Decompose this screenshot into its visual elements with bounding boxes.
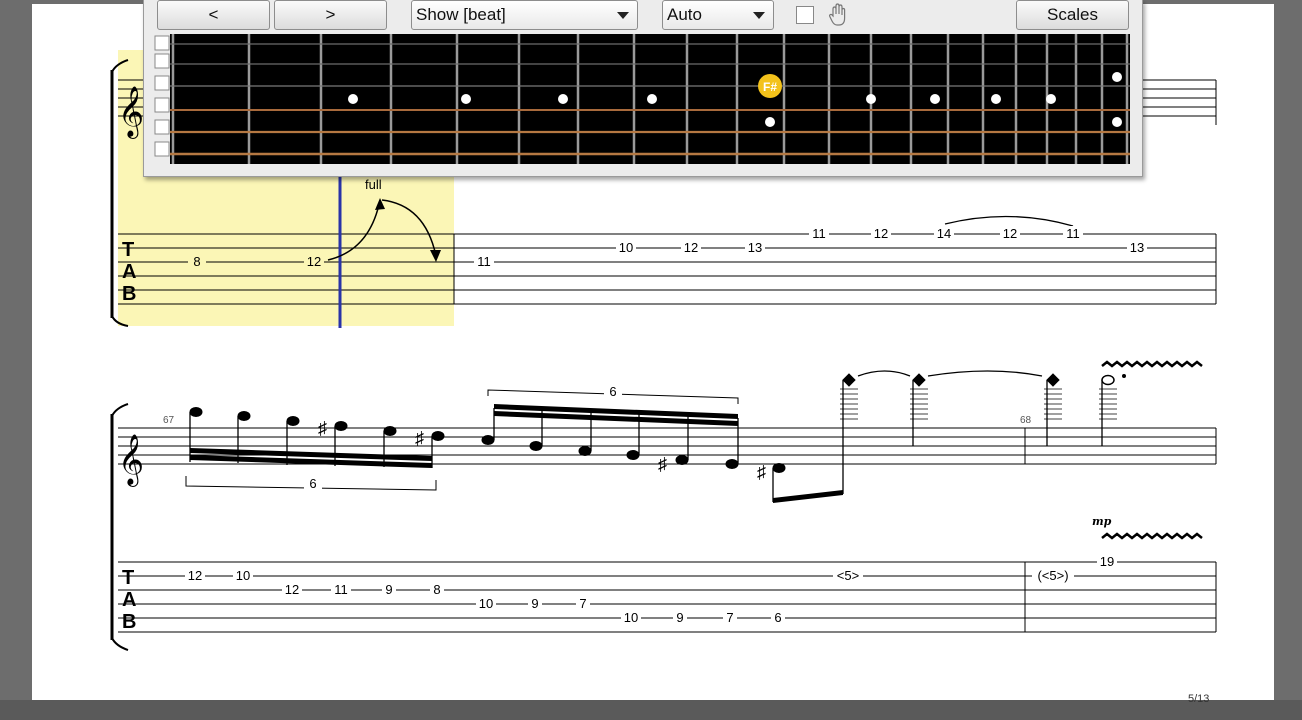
tab-letter-a: A: [122, 589, 136, 611]
bend-label: full: [365, 177, 382, 192]
tab-number: 9: [676, 610, 683, 625]
hand-icon[interactable]: [828, 3, 848, 27]
tab-number: 6: [774, 610, 781, 625]
tab-number: 7: [726, 610, 733, 625]
sharp-sign: ♯: [658, 454, 667, 474]
slur: [944, 215, 1074, 227]
show-select-value: Show [beat]: [416, 5, 506, 24]
tab-letter-b: B: [122, 283, 136, 305]
show-select[interactable]: Show [beat]: [411, 0, 638, 30]
auto-select-value: Auto: [667, 5, 702, 24]
string-toggle[interactable]: [154, 75, 170, 91]
tab-number: 14: [937, 226, 951, 241]
note-group-3: [772, 373, 1126, 503]
treble-clef-icon: 𝄞: [118, 434, 144, 487]
highlighted-note-label: F#: [763, 80, 777, 94]
tab-number: 8: [433, 582, 440, 597]
tab-number: 12: [684, 240, 698, 255]
measure-number: 68: [1020, 415, 1032, 426]
tuplet-number: 6: [309, 476, 316, 491]
tuplet-number: 6: [609, 384, 616, 399]
chevron-down-icon: [753, 12, 765, 19]
vibrato-mark: [1101, 360, 1203, 540]
page-number: 5/13: [1188, 693, 1209, 705]
tab-number: 12: [307, 254, 321, 269]
string-toggle[interactable]: [154, 35, 170, 51]
tab-number: 10: [236, 568, 250, 583]
tab-number: 11: [334, 582, 348, 597]
tab-number: 11: [1066, 226, 1080, 241]
tab-number: 13: [748, 240, 762, 255]
tab-number: 10: [624, 610, 638, 625]
sharp-sign: ♯: [757, 462, 766, 482]
tab-number: 7: [579, 596, 586, 611]
tab-number: 10: [619, 240, 633, 255]
tab-number: 8: [193, 254, 200, 269]
tab-letter-a: A: [122, 261, 136, 283]
string-toggle[interactable]: [154, 141, 170, 157]
note-group-2: [481, 404, 739, 469]
measure-number: 67: [163, 415, 175, 426]
tab-number: 12: [1003, 226, 1017, 241]
dynamic-marking: mp: [1092, 515, 1112, 528]
sharp-sign: ♯: [415, 428, 424, 448]
tab-number: 10: [479, 596, 493, 611]
tab-number: 11: [477, 254, 491, 269]
fretboard[interactable]: F#: [144, 34, 1142, 166]
tab-letter-b: B: [122, 611, 136, 633]
tab-number: 19: [1100, 554, 1114, 569]
string-toggle[interactable]: [154, 119, 170, 135]
tab-number: <5>: [837, 568, 859, 583]
tab-number: (<5>): [1037, 568, 1068, 583]
tab-number: 12: [285, 582, 299, 597]
tab-number: 12: [874, 226, 888, 241]
string-toggle[interactable]: [154, 97, 170, 113]
tab-letter-t: T: [122, 239, 134, 261]
tab-number: 12: [188, 568, 202, 583]
tab-letter-t: T: [122, 567, 134, 589]
fretboard-panel: < > Show [beat] Auto Scales F#: [143, 0, 1143, 177]
tab-number: 11: [812, 226, 826, 241]
chevron-down-icon: [617, 12, 629, 19]
tab-number: 9: [531, 596, 538, 611]
auto-select[interactable]: Auto: [662, 0, 774, 30]
tab-number: 9: [385, 582, 392, 597]
note-group-1: [189, 407, 445, 468]
treble-clef-icon: 𝄞: [118, 86, 144, 139]
options-checkbox[interactable]: [796, 6, 814, 24]
next-button[interactable]: >: [274, 0, 387, 30]
string-toggle[interactable]: [154, 53, 170, 69]
scales-button[interactable]: Scales: [1016, 0, 1129, 30]
previous-button[interactable]: <: [157, 0, 270, 30]
tab-number: 13: [1130, 240, 1144, 255]
sharp-sign: ♯: [318, 418, 327, 438]
